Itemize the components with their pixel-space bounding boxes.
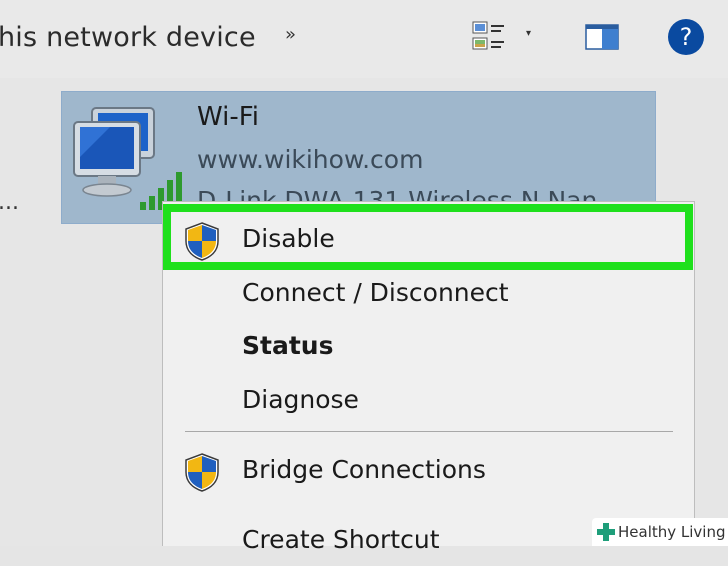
menu-separator (185, 431, 673, 432)
toolbar: his network device » ▾ ? (0, 0, 728, 78)
watermark-text: Healthy Living (618, 523, 726, 541)
menu-item-label: Connect / Disconnect (242, 278, 509, 307)
menu-item-bridge-connections[interactable]: Bridge Connections (163, 443, 694, 496)
truncated-item-ellipsis: ... (0, 190, 19, 215)
healthy-living-watermark: Healthy Living (592, 518, 728, 546)
more-commands-chevron[interactable]: » (285, 24, 296, 45)
shield-icon (185, 453, 219, 492)
network-adapter-icon (73, 107, 182, 210)
adapter-name: Wi-Fi (197, 102, 260, 132)
menu-item-diagnose[interactable]: Diagnose (163, 373, 694, 426)
medical-cross-icon (597, 523, 615, 541)
preview-pane-icon[interactable] (585, 24, 619, 50)
menu-item-label: Diagnose (242, 385, 359, 414)
toolbar-action-label[interactable]: his network device (0, 22, 256, 53)
menu-item-label: Status (242, 331, 334, 360)
menu-item-status[interactable]: Status (163, 319, 694, 372)
view-options-dropdown[interactable]: ▾ (526, 28, 531, 39)
help-button[interactable]: ? (668, 19, 704, 55)
adapter-network: www.wikihow.com (197, 145, 424, 174)
menu-item-connect-disconnect[interactable]: Connect / Disconnect (163, 266, 694, 319)
menu-item-label: Bridge Connections (242, 455, 486, 484)
highlight-outline (163, 204, 693, 270)
change-view-icon[interactable] (472, 20, 506, 52)
menu-item-label: Create Shortcut (242, 525, 440, 554)
